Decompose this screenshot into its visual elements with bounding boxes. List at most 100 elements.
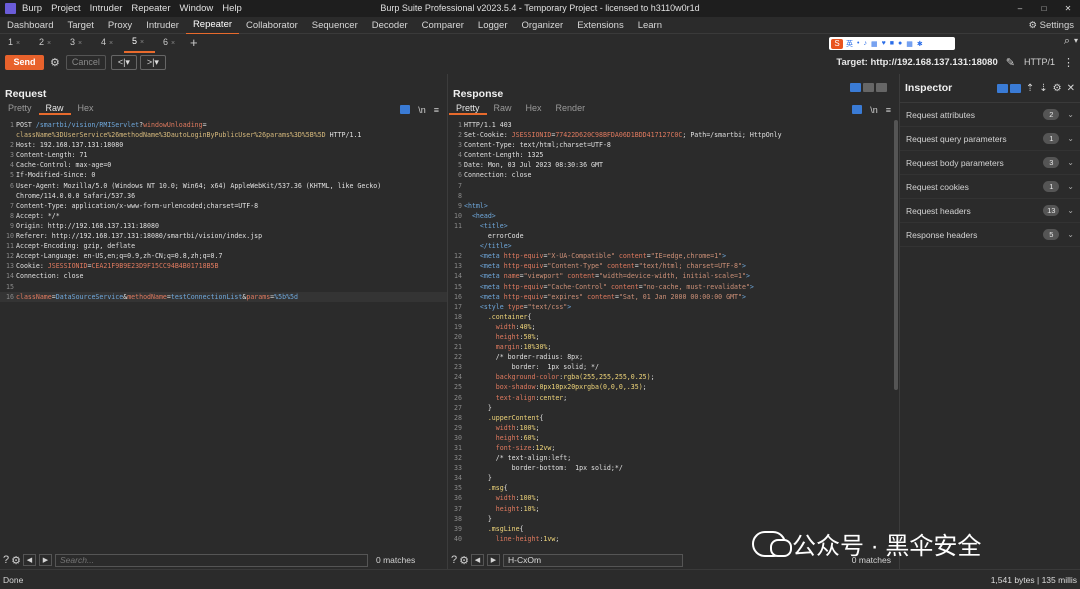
inspector-section-request-attributes[interactable]: Request attributes 2 ⌄ <box>900 103 1080 127</box>
inspector-section-body-params[interactable]: Request body parameters 3 ⌄ <box>900 151 1080 175</box>
search-settings-icon[interactable]: ⚙ <box>11 554 21 567</box>
layout-stacked-icon[interactable] <box>863 83 874 92</box>
menu-icon[interactable]: ≡ <box>434 105 439 115</box>
newline-toggle[interactable]: \n <box>870 105 878 115</box>
history-back-button[interactable]: <|▾ <box>110 54 137 70</box>
chevron-down-icon[interactable]: ▾ <box>1074 36 1078 45</box>
repeater-tab-2[interactable]: 2 × <box>31 34 62 52</box>
menu-repeater[interactable]: Repeater <box>131 3 170 14</box>
tab-proxy[interactable]: Proxy <box>101 17 139 34</box>
cloud-icon[interactable]: ● <box>898 40 902 47</box>
search-settings-icon[interactable]: ⚙ <box>459 554 469 567</box>
tab-target[interactable]: Target <box>60 17 100 34</box>
ime-lang[interactable]: 英 <box>846 39 853 49</box>
toolbox-icon[interactable]: ■ <box>890 40 894 47</box>
repeater-tab-5[interactable]: 5 × <box>124 33 155 53</box>
next-match-button[interactable]: ▶ <box>487 554 500 566</box>
menu-intruder[interactable]: Intruder <box>90 3 123 14</box>
word-wrap-icon[interactable] <box>400 105 411 114</box>
settings-button[interactable]: ⚙ Settings <box>1029 20 1074 31</box>
response-editor[interactable]: 1 HTTP/1.1 403 2 Set-Cookie: JSESSIONID=77… <box>448 120 899 551</box>
send-button[interactable]: Send <box>5 54 44 70</box>
close-tab-icon[interactable]: × <box>171 40 175 47</box>
scrollbar-thumb[interactable] <box>894 120 898 390</box>
layout-left-icon[interactable] <box>996 83 1008 93</box>
chevron-down-icon[interactable]: ⌄ <box>1067 110 1074 119</box>
expand-all-icon[interactable]: ⇣ <box>1039 83 1047 94</box>
chevron-down-icon[interactable]: ⌄ <box>1067 158 1074 167</box>
tab-learn[interactable]: Learn <box>631 17 669 34</box>
response-tab-render[interactable]: Render <box>549 101 593 115</box>
collapse-all-icon[interactable]: ⇡ <box>1026 83 1034 94</box>
inspector-section-response-headers[interactable]: Response headers 5 ⌄ <box>900 223 1080 247</box>
tab-repeater[interactable]: Repeater <box>185 16 240 35</box>
close-tab-icon[interactable]: × <box>47 40 51 47</box>
close-tab-icon[interactable]: × <box>78 40 82 47</box>
tab-organizer[interactable]: Organizer <box>515 17 571 34</box>
response-tab-pretty[interactable]: Pretty <box>449 101 487 115</box>
prev-match-button[interactable]: ◀ <box>23 554 36 566</box>
chevron-down-icon[interactable]: ⌄ <box>1067 134 1074 143</box>
inspector-section-cookies[interactable]: Request cookies 1 ⌄ <box>900 175 1080 199</box>
tab-comparer[interactable]: Comparer <box>415 17 471 34</box>
inspector-layout-toggle[interactable] <box>996 83 1021 93</box>
inspector-section-request-headers[interactable]: Request headers 13 ⌄ <box>900 199 1080 223</box>
inspector-section-query-params[interactable]: Request query parameters 1 ⌄ <box>900 127 1080 151</box>
response-tab-raw[interactable]: Raw <box>487 101 519 115</box>
mic-icon[interactable]: ♪ <box>863 40 867 47</box>
layout-side-by-side-icon[interactable] <box>850 83 861 92</box>
response-tab-hex[interactable]: Hex <box>519 101 549 115</box>
history-forward-button[interactable]: >|▾ <box>139 54 166 70</box>
tab-dashboard[interactable]: Dashboard <box>0 17 60 34</box>
keyboard-icon[interactable]: ▦ <box>871 40 878 48</box>
chevron-down-icon[interactable]: ⌄ <box>1067 206 1074 215</box>
response-search-input[interactable]: H-CxOm <box>503 553 683 567</box>
repeater-tab-6[interactable]: 6 × <box>155 34 186 52</box>
menu-project[interactable]: Project <box>51 3 81 14</box>
repeater-tab-1[interactable]: 1 × <box>0 34 31 52</box>
chevron-down-icon[interactable]: ⌄ <box>1067 182 1074 191</box>
menu-icon[interactable]: ≡ <box>886 105 891 115</box>
close-inspector-icon[interactable]: ✕ <box>1067 83 1075 94</box>
minimize-icon[interactable]: – <box>1008 0 1032 17</box>
punctuation-icon[interactable]: • <box>857 40 859 47</box>
chevron-down-icon[interactable]: ⌄ <box>1067 230 1074 239</box>
tab-extensions[interactable]: Extensions <box>570 17 630 34</box>
request-search-input[interactable] <box>55 553 368 567</box>
tab-collaborator[interactable]: Collaborator <box>239 17 305 34</box>
edit-target-icon[interactable]: ✎ <box>1006 56 1015 69</box>
request-editor[interactable]: 1 POST /smartbi/vision/RMIServlet?windowU… <box>0 120 447 551</box>
tab-sequencer[interactable]: Sequencer <box>305 17 365 34</box>
http-version-toggle[interactable]: HTTP/1 <box>1024 57 1055 67</box>
prev-match-button[interactable]: ◀ <box>471 554 484 566</box>
menu-help[interactable]: Help <box>222 3 242 14</box>
layout-toggle[interactable] <box>850 83 887 92</box>
search-icon[interactable]: ⌕ <box>1064 35 1070 48</box>
request-tab-hex[interactable]: Hex <box>71 101 101 115</box>
cancel-button[interactable]: Cancel <box>65 54 106 70</box>
repeater-tab-3[interactable]: 3 × <box>62 34 93 52</box>
close-icon[interactable]: ✕ <box>1056 0 1080 17</box>
menu-window[interactable]: Window <box>180 3 214 14</box>
more-options-icon[interactable]: ⋮ <box>1063 56 1074 69</box>
help-icon[interactable]: ? <box>451 554 457 566</box>
skin-icon[interactable]: ♥ <box>882 40 886 47</box>
next-match-button[interactable]: ▶ <box>39 554 52 566</box>
ime-toolbar[interactable]: S 英 • ♪ ▦ ♥ ■ ● ▦ ✱ <box>829 37 955 50</box>
request-tab-raw[interactable]: Raw <box>38 101 71 115</box>
response-scrollbar[interactable] <box>893 120 899 551</box>
close-tab-icon[interactable]: × <box>16 40 20 47</box>
tab-intruder[interactable]: Intruder <box>139 17 186 34</box>
add-tab-icon[interactable]: + <box>190 35 198 50</box>
menu-burp[interactable]: Burp <box>22 3 42 14</box>
newline-toggle[interactable]: \n <box>418 105 426 115</box>
layout-right-icon[interactable] <box>1009 83 1021 93</box>
ime-settings-icon[interactable]: ✱ <box>917 40 923 48</box>
send-settings-icon[interactable]: ⚙ <box>50 56 60 69</box>
grid-icon[interactable]: ▦ <box>906 40 913 48</box>
layout-tabs-icon[interactable] <box>876 83 887 92</box>
word-wrap-icon[interactable] <box>852 105 863 114</box>
tab-logger[interactable]: Logger <box>471 17 515 34</box>
tab-decoder[interactable]: Decoder <box>365 17 415 34</box>
inspector-settings-icon[interactable]: ⚙ <box>1053 83 1062 94</box>
